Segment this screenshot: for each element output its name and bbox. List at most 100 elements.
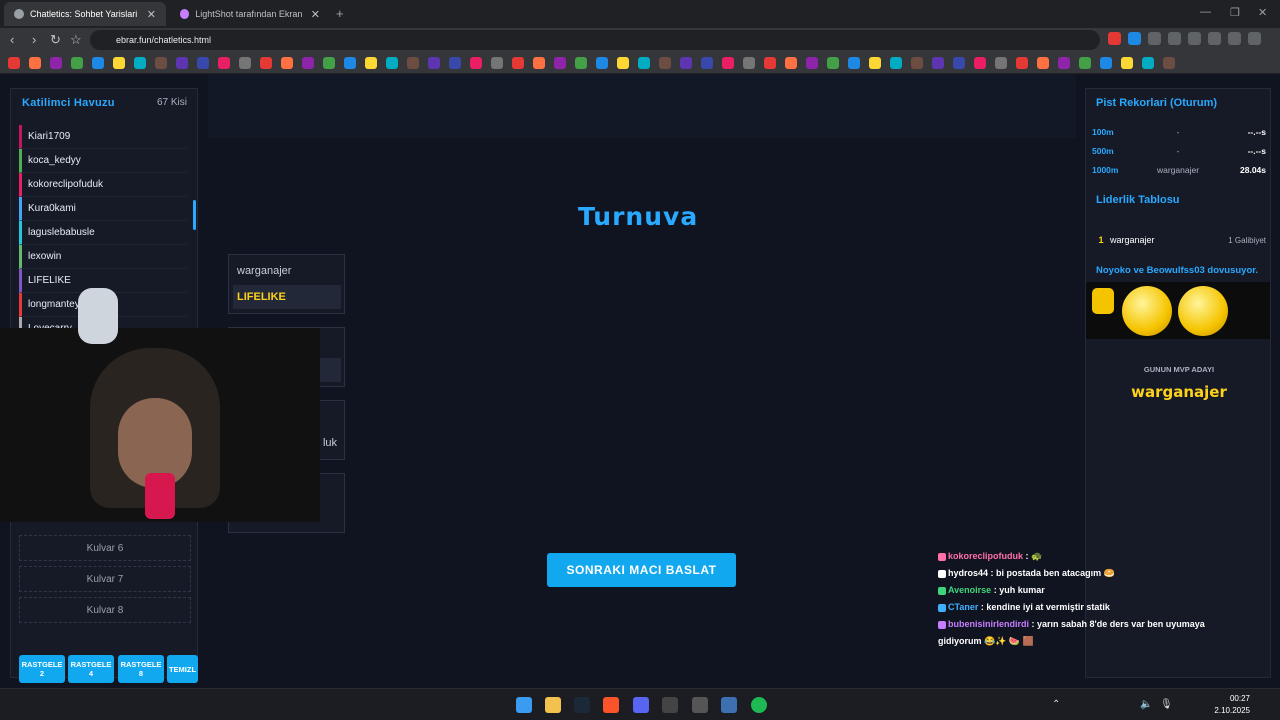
bookmark-icon[interactable]	[134, 56, 146, 69]
start-next-match-button[interactable]: SONRAKI MACI BASLAT	[547, 553, 736, 587]
bookmark-icon[interactable]	[890, 56, 902, 69]
menu-icon[interactable]	[1248, 32, 1261, 45]
discord-icon[interactable]	[633, 697, 649, 713]
bookmark-icon[interactable]	[701, 56, 713, 69]
close-tab-icon[interactable]: ✕	[147, 8, 156, 21]
bookmark-icon[interactable]	[260, 56, 272, 69]
bookmark-icon[interactable]	[680, 56, 692, 69]
participant-item[interactable]: laguslebabusle	[19, 221, 187, 245]
bookmark-icon[interactable]	[197, 56, 209, 69]
extension-icon[interactable]	[1168, 32, 1181, 45]
spotify-icon[interactable]	[751, 697, 767, 713]
mic-icon[interactable]: 🎙	[1160, 699, 1173, 710]
bookmark-icon[interactable]	[638, 56, 650, 69]
bookmark-icon[interactable]	[1121, 56, 1133, 69]
bookmark-icon[interactable]	[428, 56, 440, 69]
bookmark-icon[interactable]	[911, 56, 923, 69]
bookmark-icon[interactable]	[932, 56, 944, 69]
lane-7[interactable]: Kulvar 7	[19, 566, 191, 592]
bookmark-icon[interactable]	[239, 56, 251, 69]
random-8-button[interactable]: RASTGELE 8	[118, 655, 164, 683]
participant-item[interactable]: lexowin	[19, 245, 187, 269]
address-bar[interactable]: ebrar.fun/chatletics.html	[90, 30, 1100, 50]
random-2-button[interactable]: RASTGELE 2	[19, 655, 65, 683]
bookmark-icon[interactable]	[659, 56, 671, 69]
bookmark-icon[interactable]	[1079, 56, 1091, 69]
volume-icon[interactable]: 🔈	[1140, 699, 1152, 710]
windows-start-icon[interactable]	[516, 697, 532, 713]
bookmark-icon[interactable]	[533, 56, 545, 69]
bookmark-icon[interactable]	[827, 56, 839, 69]
bookmark-icon[interactable]	[365, 56, 377, 69]
bookmark-icon[interactable]: ☆	[70, 32, 82, 48]
bookmark-icon[interactable]	[743, 56, 755, 69]
app-icon[interactable]	[662, 697, 678, 713]
bookmark-icon[interactable]	[1163, 56, 1175, 69]
close-tab-icon[interactable]: ✕	[311, 8, 320, 21]
bookmark-icon[interactable]	[722, 56, 734, 69]
bookmark-icon[interactable]	[344, 56, 356, 69]
app-icon[interactable]	[721, 697, 737, 713]
bookmark-icon[interactable]	[554, 56, 566, 69]
forward-icon[interactable]: ›	[32, 32, 36, 47]
brave-icon[interactable]	[603, 697, 619, 713]
bookmark-icon[interactable]	[176, 56, 188, 69]
app-icon[interactable]	[692, 697, 708, 713]
bookmark-icon[interactable]	[512, 56, 524, 69]
bookmark-icon[interactable]	[869, 56, 881, 69]
close-window-icon[interactable]: ✕	[1258, 6, 1267, 19]
bookmark-icon[interactable]	[1037, 56, 1049, 69]
media-icon[interactable]	[1228, 32, 1241, 45]
bookmark-icon[interactable]	[8, 56, 20, 69]
bookmark-icon[interactable]	[92, 56, 104, 69]
bookmark-icon[interactable]	[1100, 56, 1112, 69]
extension-icon[interactable]	[1128, 32, 1141, 45]
file-explorer-icon[interactable]	[545, 697, 561, 713]
puzzle-icon[interactable]	[1188, 32, 1201, 45]
bookmark-icon[interactable]	[470, 56, 482, 69]
bookmark-icon[interactable]	[386, 56, 398, 69]
bookmark-icon[interactable]	[1058, 56, 1070, 69]
tray-chevron-icon[interactable]: ⌃	[1052, 699, 1060, 710]
lane-6[interactable]: Kulvar 6	[19, 535, 191, 561]
new-tab-button[interactable]: +	[336, 6, 344, 21]
participant-item[interactable]: Kura0kami	[19, 197, 187, 221]
bookmark-icon[interactable]	[407, 56, 419, 69]
tab-chatletics[interactable]: Chatletics: Sohbet Yarislari ✕	[4, 2, 166, 26]
bookmark-icon[interactable]	[575, 56, 587, 69]
maximize-icon[interactable]: ❐	[1230, 6, 1240, 19]
lane-8[interactable]: Kulvar 8	[19, 597, 191, 623]
bookmark-icon[interactable]	[71, 56, 83, 69]
bookmark-icon[interactable]	[449, 56, 461, 69]
minimize-icon[interactable]: —	[1200, 6, 1211, 18]
back-icon[interactable]: ‹	[10, 32, 14, 47]
bookmark-icon[interactable]	[806, 56, 818, 69]
bookmark-icon[interactable]	[281, 56, 293, 69]
steam-icon[interactable]	[574, 697, 590, 713]
participant-item[interactable]: koca_kedyy	[19, 149, 187, 173]
bookmark-icon[interactable]	[596, 56, 608, 69]
bookmark-icon[interactable]	[323, 56, 335, 69]
bookmark-icon[interactable]	[785, 56, 797, 69]
scrollbar-thumb[interactable]	[193, 200, 196, 230]
bookmark-icon[interactable]	[953, 56, 965, 69]
bookmark-icon[interactable]	[848, 56, 860, 69]
bookmark-icon[interactable]	[995, 56, 1007, 69]
bookmark-icon[interactable]	[1016, 56, 1028, 69]
bookmark-icon[interactable]	[218, 56, 230, 69]
participant-item[interactable]: Kiari1709	[19, 125, 187, 149]
extension-icon[interactable]	[1208, 32, 1221, 45]
bookmark-icon[interactable]	[29, 56, 41, 69]
bookmark-icon[interactable]	[302, 56, 314, 69]
extension-icon[interactable]	[1148, 32, 1161, 45]
bookmark-icon[interactable]	[1142, 56, 1154, 69]
extension-icon[interactable]	[1108, 32, 1121, 45]
bookmark-icon[interactable]	[113, 56, 125, 69]
system-clock[interactable]: 00:27 2.10.2025	[1214, 693, 1250, 717]
bookmark-icon[interactable]	[617, 56, 629, 69]
tab-lightshot[interactable]: LightShot tarafından Ekran Görüntüsü ✕	[170, 2, 330, 26]
bookmark-icon[interactable]	[155, 56, 167, 69]
bookmark-icon[interactable]	[764, 56, 776, 69]
random-4-button[interactable]: RASTGELE 4	[68, 655, 114, 683]
bookmark-icon[interactable]	[491, 56, 503, 69]
